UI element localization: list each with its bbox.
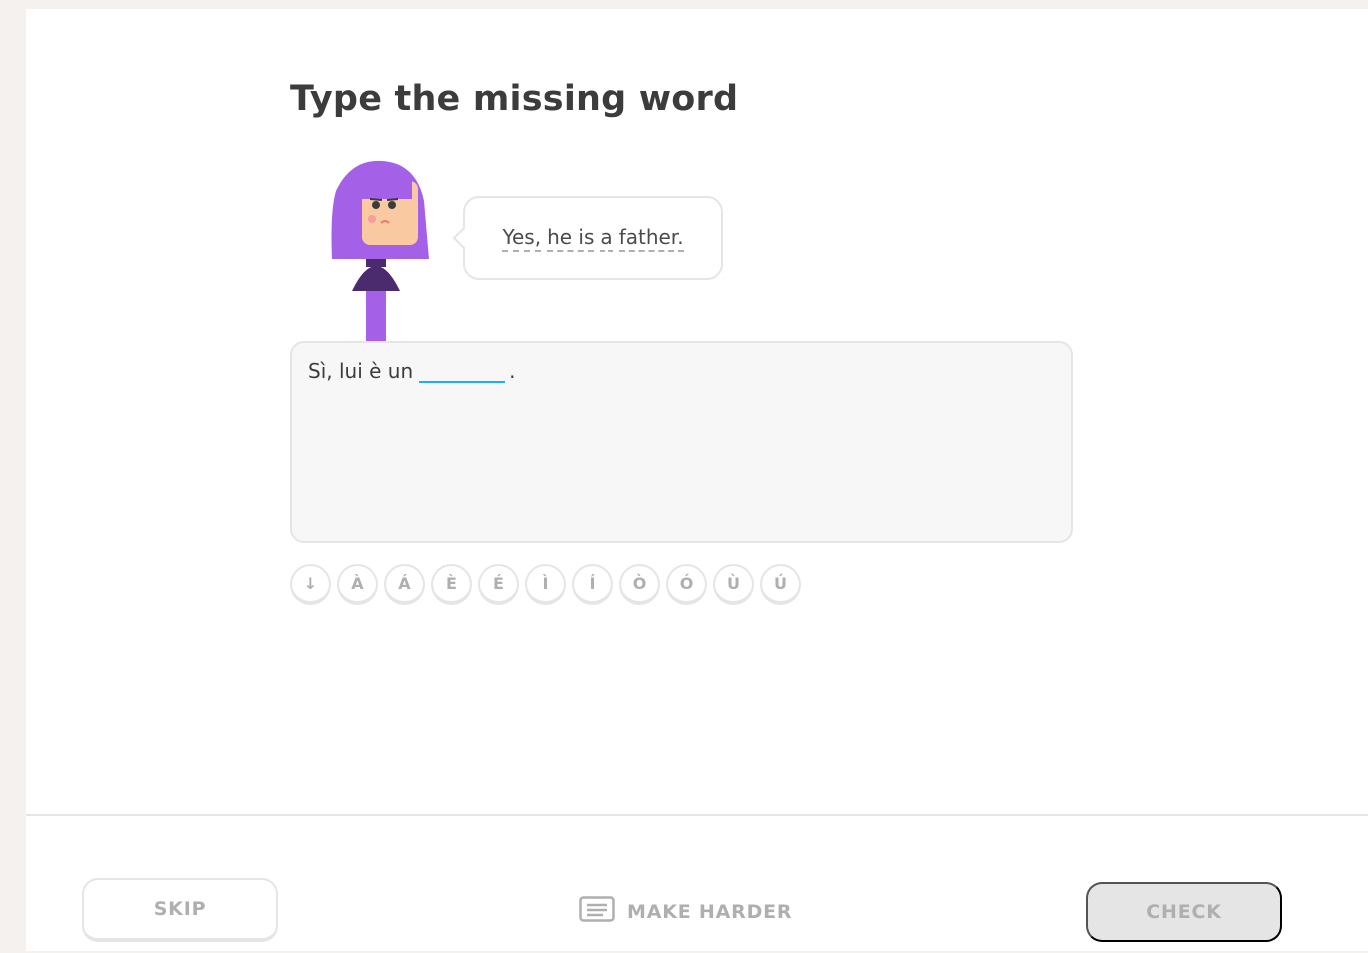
char-key[interactable]: Ì [525,564,566,605]
char-key[interactable]: À [337,564,378,605]
char-key[interactable]: È [431,564,472,605]
sentence-suffix: . [509,359,516,383]
skip-button[interactable]: SKIP [82,878,278,942]
missing-word-input[interactable] [419,359,506,383]
char-key[interactable]: Í [572,564,613,605]
char-key[interactable]: Ú [760,564,801,605]
check-button[interactable]: CHECK [1086,882,1282,942]
lesson-card: Type the missing word Yes, he is a fathe… [26,9,1368,951]
collapse-keys-button[interactable]: ↓ [290,564,331,605]
hint-word[interactable]: Yes, [502,225,542,252]
sentence-prefix: Sì, lui è un [308,359,414,383]
make-harder-button[interactable]: MAKE HARDER [579,896,792,927]
char-key[interactable]: Á [384,564,425,605]
prompt-sentence: Yes, he is a father. [502,225,684,252]
character-avatar [326,151,431,351]
speech-bubble: Yes, he is a father. [452,196,723,280]
char-key[interactable]: Ò [619,564,660,605]
char-key[interactable]: É [478,564,519,605]
page-title: Type the missing word [290,79,739,119]
keyboard-icon [579,896,615,927]
make-harder-label: MAKE HARDER [627,900,793,923]
hint-word[interactable]: a [600,225,613,252]
answer-area: Sì, lui è un . [290,341,1073,543]
target-sentence: Sì, lui è un . [308,359,516,383]
hint-word[interactable]: he is [547,225,595,252]
char-key[interactable]: Ù [713,564,754,605]
special-characters-keyboard: ↓ À Á È É Ì Í Ò Ó Ù Ú [290,564,801,605]
lesson-footer: SKIP MAKE HARDER CHECK [26,814,1368,953]
bubble-tail [452,226,476,250]
char-key[interactable]: Ó [666,564,707,605]
hint-word[interactable]: father. [618,225,684,252]
